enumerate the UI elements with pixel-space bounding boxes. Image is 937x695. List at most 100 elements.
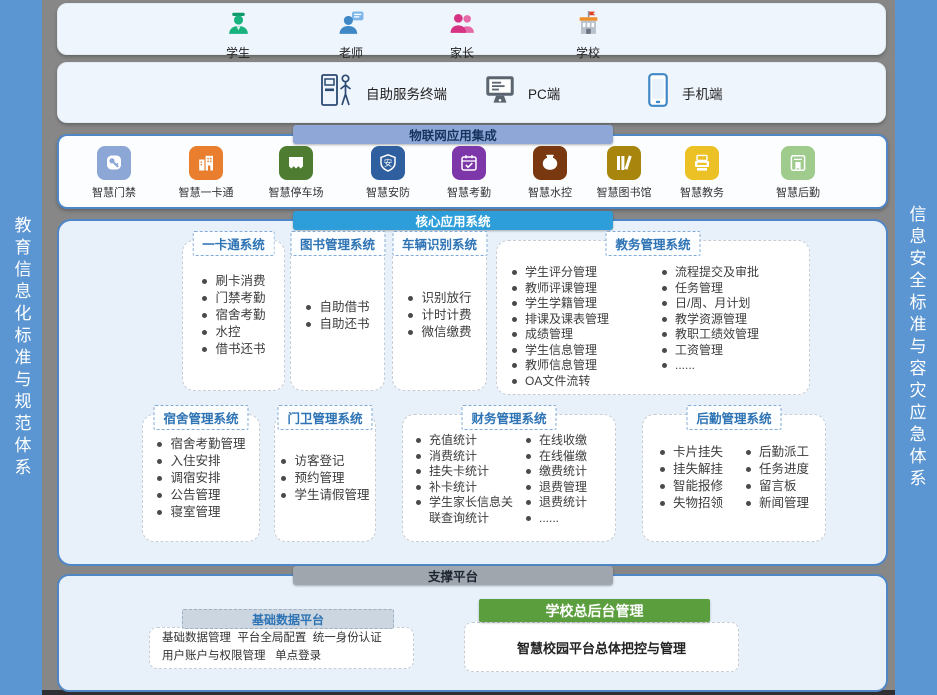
academic-icon [685, 146, 719, 180]
school-admin-title: 学校总后台管理 [479, 599, 710, 622]
device-kiosk-label: 自助服务终端 [366, 83, 447, 103]
bullet-list-item: 教学资源管理 [661, 312, 801, 328]
bullet-list-item: 公告管理 [156, 487, 245, 504]
iot-panel-title: 物联网应用集成 [293, 125, 613, 144]
bullet-list-item: 调宿安排 [156, 470, 245, 487]
parking-icon [279, 146, 313, 180]
bullet-list-item: 水控 [201, 324, 265, 341]
school-admin-box: 智慧校园平台总体把控与管理 [464, 622, 739, 672]
bullet-list-item: 自助还书 [305, 316, 369, 333]
iot-onecard: 智慧一卡通 [164, 146, 248, 200]
bullet-list-item: 学生评分管理 [511, 265, 651, 281]
iot-library-label: 智慧图书馆 [597, 184, 652, 200]
iot-logistics-label: 智慧后勤 [776, 184, 820, 200]
system-box-onecard-title: 一卡通系统 [192, 231, 275, 256]
bullet-list-item: 宿舍考勤管理 [156, 436, 245, 453]
bullet-list-item: 挂失卡统计 [415, 464, 519, 480]
bullet-list-item: 退费管理 [525, 480, 611, 496]
user-parents: 家长 [417, 10, 507, 61]
bullet-list-item: 失物招领 [659, 495, 723, 512]
system-box-library: 图书管理系统 自助借书自助还书 [290, 240, 385, 391]
user-school-label: 学校 [576, 44, 600, 61]
bullet-list-item: 学生学籍管理 [511, 296, 651, 312]
iot-door-access-label: 智慧门禁 [92, 184, 136, 200]
iot-security-label: 智慧安防 [366, 184, 410, 200]
bullet-list-item: 在线催缴 [525, 449, 611, 465]
user-teacher: 老师 [306, 10, 396, 61]
base-data-platform-box: 基础数据管理 平台全局配置 统一身份认证 用户账户与权限管理 单点登录 [149, 627, 414, 669]
bullet-list-item: 智能报修 [659, 478, 723, 495]
kiosk-icon [318, 70, 354, 115]
water-icon [533, 146, 567, 180]
bullet-list-item: 刷卡消费 [201, 273, 265, 290]
bullet-list-item: 充值统计 [415, 433, 519, 449]
system-box-logistics-title: 后勤管理系统 [686, 405, 781, 430]
iot-security: 安 智慧安防 [346, 146, 430, 200]
system-box-academic: 教务管理系统 学生评分管理教师评课管理学生学籍管理排课及课表管理成绩管理学生信息… [496, 240, 810, 395]
bullet-list-item: 卡片挂失 [659, 444, 723, 461]
system-box-vehicle-title: 车辆识别系统 [392, 231, 487, 256]
bullet-list-item: 缴费统计 [525, 464, 611, 480]
bullet-list-item: 学生家长信息关联查询统计 [415, 495, 519, 526]
bullet-list-item: 门禁考勤 [201, 290, 265, 307]
system-box-academic-title: 教务管理系统 [605, 231, 700, 256]
devices-panel: 自助服务终端 PC端 手机端 [57, 62, 886, 123]
bullet-list-item: 教师信息管理 [511, 358, 651, 374]
system-box-finance: 财务管理系统 充值统计消费统计挂失卡统计补卡统计学生家长信息关联查询统计 在线收… [402, 414, 616, 542]
bullet-list-item: 自助借书 [305, 299, 369, 316]
security-icon: 安 [371, 146, 405, 180]
teacher-icon [338, 10, 365, 42]
support-platform-panel: 支撑平台 基础数据管理 平台全局配置 统一身份认证 用户账户与权限管理 单点登录… [57, 574, 888, 692]
iot-water-label: 智慧水控 [528, 184, 572, 200]
iot-onecard-label: 智慧一卡通 [179, 184, 234, 200]
system-box-logistics: 后勤管理系统 卡片挂失挂失解挂智能报修失物招领 后勤派工任务进度留言板新闻管理 [642, 414, 826, 542]
bullet-list-item: 微信缴费 [407, 324, 471, 341]
iot-panel: 物联网应用集成 智慧门禁 智慧一卡通 智慧停车场 安 智慧安防 智慧考勤 [57, 134, 888, 209]
iot-academic: 智慧教务 [660, 146, 744, 200]
left-standards-label: 教育信息化标准与规范体系 [9, 216, 34, 480]
user-school: 学校 [543, 10, 633, 61]
bullet-list-item: OA文件流转 [511, 374, 651, 390]
bullet-list-item: 留言板 [745, 478, 809, 495]
bullet-list-item: 在线收缴 [525, 433, 611, 449]
attendance-icon [452, 146, 486, 180]
svg-text:安: 安 [384, 158, 393, 169]
bullet-list-item: 流程提交及审批 [661, 265, 801, 281]
users-panel: 学生 老师 家长 学校 [57, 3, 886, 55]
device-pc-label: PC端 [528, 83, 560, 103]
school-admin-text: 智慧校园平台总体把控与管理 [517, 638, 686, 657]
left-standards-bar: 教育信息化标准与规范体系 [0, 0, 42, 695]
core-panel-title: 核心应用系统 [293, 211, 613, 230]
bullet-list-item: 学生请假管理 [280, 487, 369, 504]
desktop-icon [484, 74, 516, 111]
right-standards-label: 信息安全标准与容灾应急体系 [904, 205, 929, 491]
system-box-onecard: 一卡通系统 刷卡消费门禁考勤宿舍考勤水控借书还书 [182, 240, 285, 391]
device-phone: 手机端 [646, 63, 723, 122]
base-data-platform-title: 基础数据平台 [182, 609, 394, 629]
bullet-list-item: 识别放行 [407, 290, 471, 307]
iot-parking: 智慧停车场 [254, 146, 338, 200]
bullet-list-item: 教师评课管理 [511, 281, 651, 297]
door-access-icon [97, 146, 131, 180]
bullet-list-item: ...... [661, 358, 801, 374]
bullet-list-item: 任务进度 [745, 461, 809, 478]
bullet-list-item: 入住安排 [156, 453, 245, 470]
bullet-list-item: 寝室管理 [156, 504, 245, 521]
logistics-icon [781, 146, 815, 180]
iot-attendance-label: 智慧考勤 [447, 184, 491, 200]
bullet-list-item: 借书还书 [201, 341, 265, 358]
iot-water: 智慧水控 [508, 146, 592, 200]
system-box-gatekeeper-title: 门卫管理系统 [277, 405, 372, 430]
school-icon [575, 10, 602, 42]
user-student: 学生 [193, 10, 283, 61]
bullet-list-item: 成绩管理 [511, 327, 651, 343]
iot-library: 智慧图书馆 [582, 146, 666, 200]
iot-attendance: 智慧考勤 [427, 146, 511, 200]
user-student-label: 学生 [226, 44, 250, 61]
phone-icon [646, 72, 670, 113]
bullet-list-item: 工资管理 [661, 343, 801, 359]
bullet-list-item: 任务管理 [661, 281, 801, 297]
iot-logistics: 智慧后勤 [756, 146, 840, 200]
parents-icon [449, 10, 476, 42]
system-box-gatekeeper: 门卫管理系统 访客登记预约管理学生请假管理 [274, 414, 376, 542]
